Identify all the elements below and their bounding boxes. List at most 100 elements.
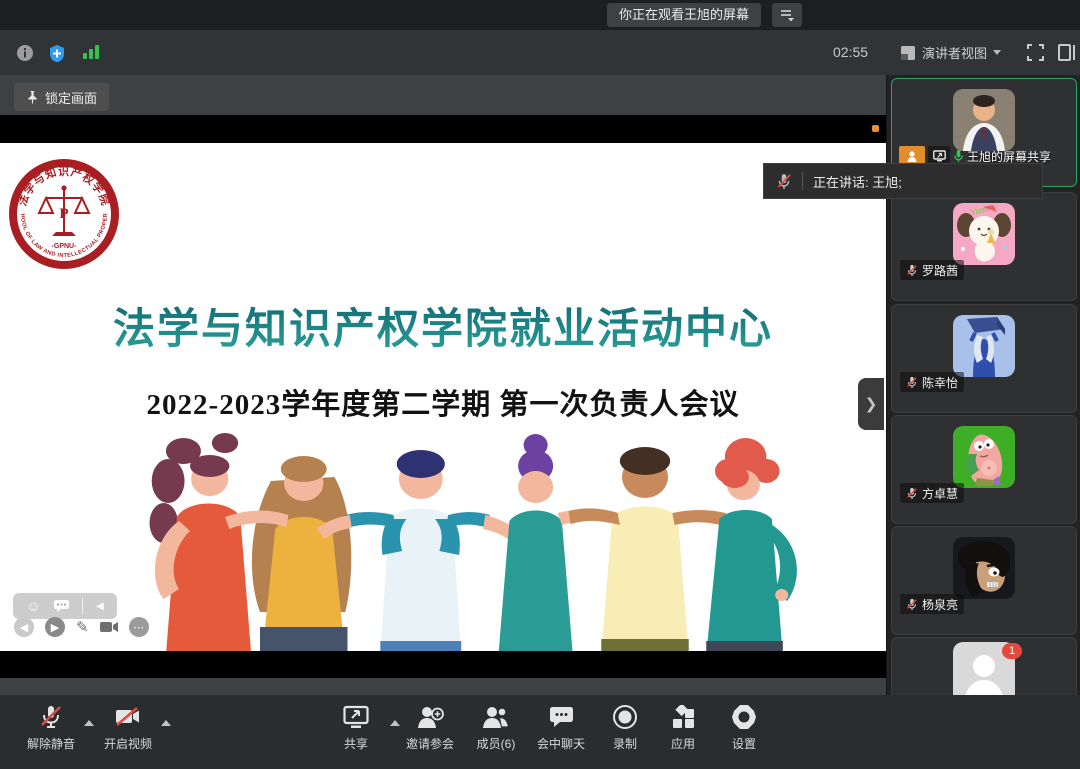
network-quality-button[interactable] <box>82 44 100 60</box>
logo-center-letter: P <box>59 206 68 222</box>
top-banner: 你正在观看王旭的屏幕 <box>0 0 1080 30</box>
lock-view-button[interactable]: 锁定画面 <box>14 83 109 111</box>
bottom-control-bar: 解除静音 开启视频 共享 <box>0 695 1080 769</box>
presenter-nav-controls: ◀ ▶ ✎ ⋯ <box>14 617 149 637</box>
notification-badge: 1 <box>1002 643 1022 659</box>
avatar: Yummy <box>953 203 1015 265</box>
unmute-button[interactable]: 解除静音 <box>9 704 93 752</box>
participant-tile-yangquanliang[interactable]: 杨泉亮 <box>891 526 1077 635</box>
participant-name-chip: 罗路茜 <box>900 260 964 280</box>
school-seal-logo: 法学与知识产权学院 SCHOOL OF LAW AND INTELLECTUAL… <box>8 158 120 270</box>
pin-icon <box>26 90 39 104</box>
camera-muted-icon <box>114 704 142 730</box>
meeting-timer: 02:55 <box>833 30 868 75</box>
start-video-button[interactable]: 开启视频 <box>86 704 170 752</box>
shared-screen-area: 锁定画面 法学与知识产权学院 SCHOOL OF LAW AND <box>0 75 886 695</box>
participant-name-chip: 杨泉亮 <box>900 594 964 614</box>
mic-muted-icon <box>906 487 918 500</box>
share-screen-icon <box>343 705 369 729</box>
lock-view-label: 锁定画面 <box>45 88 97 107</box>
mic-muted-icon <box>906 264 918 277</box>
record-label: 录制 <box>613 735 637 752</box>
settings-gear-icon <box>731 704 757 730</box>
slide-title: 法学与知识产权学院就业活动中心 <box>0 295 886 356</box>
pen-tool-icon[interactable]: ✎ <box>76 618 89 636</box>
unmute-label: 解除静音 <box>27 735 75 752</box>
mic-muted-icon <box>906 376 918 389</box>
apps-grid-icon <box>671 705 696 730</box>
invite-label: 邀请参会 <box>406 735 454 752</box>
speaking-tooltip: 正在讲话: 王旭; <box>763 163 1043 199</box>
next-slide-button[interactable]: ▶ <box>45 617 65 637</box>
logo-abbr: -GPNU- <box>52 243 78 250</box>
participant-name: 杨泉亮 <box>922 596 958 613</box>
participant-name-chip: 方卓慧 <box>900 483 964 503</box>
participant-name: 陈幸怡 <box>922 374 958 391</box>
mic-muted-icon <box>776 173 792 190</box>
presenter-indicator-dot <box>872 125 879 132</box>
info-icon <box>16 44 34 62</box>
mic-muted-icon <box>906 598 918 611</box>
watching-screen-label: 你正在观看王旭的屏幕 <box>607 3 761 27</box>
signal-bars-icon <box>82 44 100 60</box>
view-mode-label: 演讲者视图 <box>922 43 987 62</box>
shared-screen-frame: 法学与知识产权学院 SCHOOL OF LAW AND INTELLECTUAL… <box>0 115 886 678</box>
video-options-caret[interactable] <box>161 720 171 726</box>
mic-active-icon <box>953 149 964 163</box>
start-video-label: 开启视频 <box>104 735 152 752</box>
participant-name-chip: 陈幸怡 <box>900 372 964 392</box>
divider <box>802 172 803 190</box>
shield-plus-icon <box>48 44 66 63</box>
avatar-yangquanliang <box>953 537 1015 599</box>
sidebar-expand-tab[interactable]: ❯ <box>858 378 884 430</box>
invite-person-icon <box>416 705 444 730</box>
participant-name: 王旭的屏幕共享 <box>967 148 1051 165</box>
avatar-wangxu <box>953 89 1015 151</box>
toggle-sidebar-button[interactable] <box>1058 44 1075 66</box>
camera-tool-icon[interactable] <box>100 621 118 633</box>
apps-label: 应用 <box>671 735 695 752</box>
participant-tile-unknown[interactable]: 1 <box>891 637 1077 695</box>
avatar <box>953 89 1015 151</box>
slide-subtitle: 2022-2023学年度第二学期 第一次负责人会议 <box>0 381 886 423</box>
presenter-tools-pill[interactable]: ☺ ◀ <box>13 593 117 619</box>
view-mode-selector[interactable]: 演讲者视图 <box>900 30 1001 75</box>
avatar <box>953 537 1015 599</box>
side-panel-icon <box>1058 44 1075 61</box>
avatar-luoluqian: Yummy <box>953 203 1015 265</box>
participant-tile-chenxingyi[interactable]: 陈幸怡 <box>891 304 1077 413</box>
fullscreen-icon <box>1027 44 1044 61</box>
meeting-window: 你正在观看王旭的屏幕 <box>0 0 1080 769</box>
chat-icon <box>549 705 574 729</box>
participant-name: 罗路茜 <box>922 262 958 279</box>
speaking-tooltip-text: 正在讲话: 王旭; <box>813 172 902 191</box>
meeting-info-button[interactable] <box>16 44 34 62</box>
status-bar: 02:55 演讲者视图 <box>0 30 1080 75</box>
hamburger-icon <box>779 8 795 22</box>
share-screen-button[interactable]: 共享 <box>314 704 398 752</box>
smiley-icon[interactable]: ☺ <box>26 598 40 614</box>
more-tools-button[interactable]: ⋯ <box>129 617 149 637</box>
avatar <box>953 315 1015 377</box>
presentation-slide: 法学与知识产权学院 SCHOOL OF LAW AND INTELLECTUAL… <box>0 143 886 651</box>
chevron-down-icon <box>993 50 1001 55</box>
settings-button[interactable]: 设置 <box>702 704 786 752</box>
avatar-fangzhuohui <box>953 426 1015 488</box>
avatar <box>953 426 1015 488</box>
avatar-chenxingyi <box>953 315 1015 377</box>
fullscreen-button[interactable] <box>1027 44 1044 66</box>
security-button[interactable] <box>48 44 66 63</box>
mic-muted-icon <box>38 704 64 730</box>
share-label: 共享 <box>344 735 368 752</box>
friends-illustration <box>120 429 820 651</box>
banner-menu-button[interactable] <box>772 3 802 27</box>
participant-tile-fangzhuohui[interactable]: 方卓慧 <box>891 415 1077 524</box>
prev-slide-button[interactable]: ◀ <box>14 617 34 637</box>
chat-label: 会中聊天 <box>537 735 585 752</box>
layout-view-icon <box>900 45 916 61</box>
collapse-left-icon[interactable]: ◀ <box>96 601 104 612</box>
divider <box>82 598 83 614</box>
participant-tile-luoluqian[interactable]: Yummy <box>891 192 1077 301</box>
comment-icon[interactable] <box>54 600 69 612</box>
settings-label: 设置 <box>732 735 756 752</box>
